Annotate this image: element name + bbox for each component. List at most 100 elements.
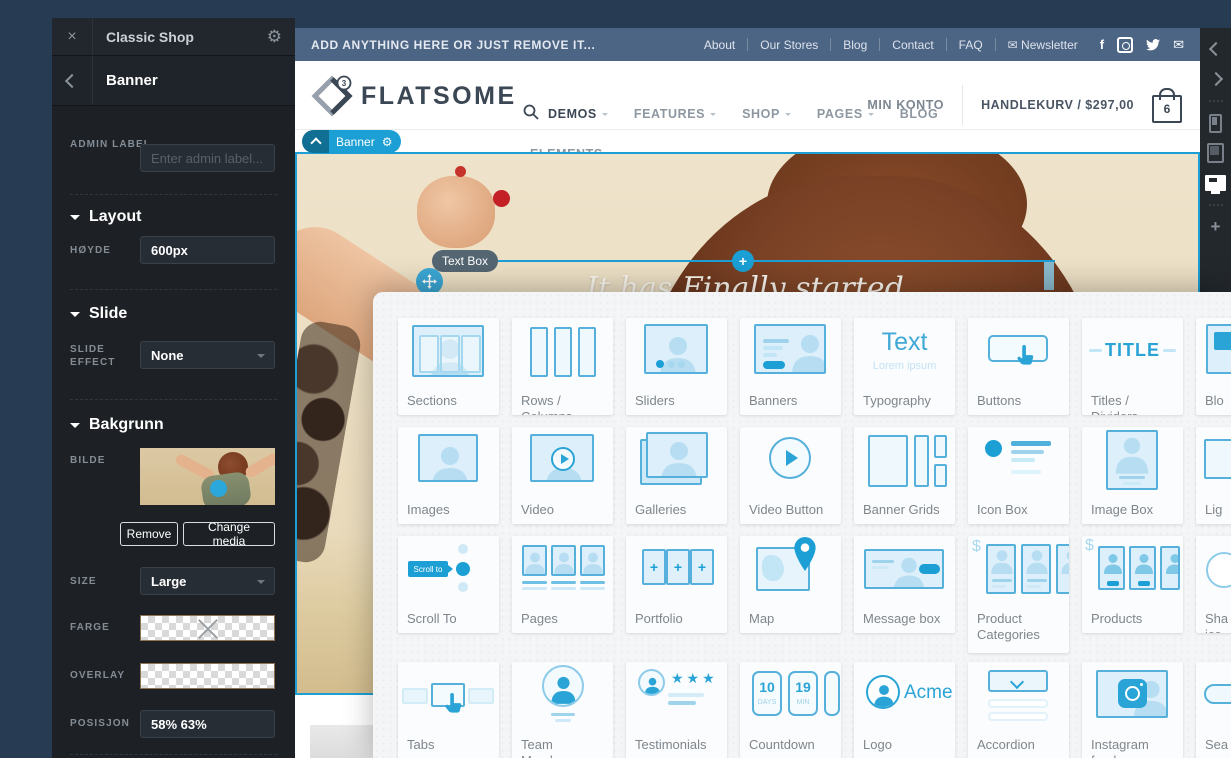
element-tile-countdown[interactable]: 10 DAYS 19 MIN Countdown	[740, 662, 841, 758]
banner-grids-icon	[854, 427, 955, 497]
change-media-button[interactable]: Change media	[183, 522, 275, 546]
tile-label: Video	[512, 497, 613, 518]
element-tile-search[interactable]: Sea	[1196, 662, 1231, 758]
site-navbar: 3 FLATSOME DEMOS FEATURES SHOP PAGES BLO…	[295, 61, 1200, 130]
nav-item-shop[interactable]: SHOP	[742, 107, 791, 121]
topbar-link-our-stores[interactable]: Our Stores	[748, 38, 830, 52]
element-tile-team-member[interactable]: Team Member	[512, 662, 613, 758]
email-icon[interactable]: ✉	[1173, 37, 1184, 53]
element-tile-accordion[interactable]: Accordion	[968, 662, 1069, 758]
search-icon[interactable]	[523, 104, 539, 120]
element-tile-share-icons[interactable]: Sha ico	[1196, 536, 1231, 633]
topbar-link-contact[interactable]: Contact	[880, 38, 945, 52]
tile-label: Countdown	[740, 732, 841, 753]
element-tile-video-button[interactable]: Video Button	[740, 427, 841, 524]
chevron-up-icon[interactable]	[302, 130, 329, 153]
instagram-icon[interactable]	[1117, 37, 1133, 53]
element-tile-pages[interactable]: Pages	[512, 536, 613, 633]
element-tile-banner-grids[interactable]: Banner Grids	[854, 427, 955, 524]
section-slide[interactable]: Slide	[70, 305, 127, 323]
element-tile-blog[interactable]: Blo	[1196, 318, 1231, 415]
remove-button[interactable]: Remove	[120, 522, 178, 546]
element-tile-product-categories[interactable]: $ Product Categories	[968, 536, 1069, 653]
facebook-icon[interactable]: f	[1100, 37, 1104, 52]
redo-chevron-right-icon[interactable]	[1200, 64, 1231, 94]
element-tile-tabs[interactable]: Tabs	[398, 662, 499, 758]
element-tile-icon-box[interactable]: Icon Box	[968, 427, 1069, 524]
slide-effect-select[interactable]: None	[140, 341, 275, 369]
element-tile-rows-columns[interactable]: Rows / Columns	[512, 318, 613, 415]
tile-label: Products	[1082, 606, 1183, 627]
message-box-icon	[854, 536, 955, 606]
tile-label: Banner Grids	[854, 497, 955, 518]
element-tile-portfolio[interactable]: + + + Portfolio	[626, 536, 727, 633]
section-layout[interactable]: Layout	[70, 208, 141, 226]
element-tile-scroll-to[interactable]: Scroll to Scroll To	[398, 536, 499, 633]
add-element-plus-icon[interactable]: +	[732, 250, 754, 272]
tile-label: Portfolio	[626, 606, 727, 627]
section-bakgrunn[interactable]: Bakgrunn	[70, 416, 164, 434]
element-tile-video[interactable]: Video	[512, 427, 613, 524]
account-link[interactable]: MIN KONTO	[867, 98, 944, 112]
admin-label: Admin Label	[70, 138, 151, 151]
phone-preview-icon[interactable]	[1200, 108, 1231, 138]
newsletter-link[interactable]: ✉ Newsletter	[996, 38, 1090, 52]
element-tile-banners[interactable]: Banners	[740, 318, 841, 415]
cart-link[interactable]: HANDLEKURV / $297,00	[981, 98, 1134, 112]
tile-label: Image Box	[1082, 497, 1183, 518]
element-tile-images[interactable]: Images	[398, 427, 499, 524]
focal-point-dot[interactable]	[210, 480, 227, 497]
topbar-link-faq[interactable]: FAQ	[947, 38, 995, 52]
video-icon	[512, 427, 613, 497]
nav-item-features[interactable]: FEATURES	[634, 107, 716, 121]
overlay-color-swatch[interactable]	[140, 663, 275, 689]
tablet-preview-icon[interactable]	[1200, 138, 1231, 168]
element-tile-lightbox[interactable]: Lig	[1196, 427, 1231, 524]
farge-color-swatch[interactable]	[140, 615, 275, 641]
element-tile-logo[interactable]: Acme Logo	[854, 662, 955, 758]
tile-label: Icon Box	[968, 497, 1069, 518]
element-tile-sections[interactable]: Sections	[398, 318, 499, 415]
element-tile-typography[interactable]: Text Lorem ipsum Typography	[854, 318, 955, 415]
element-tile-image-box[interactable]: Image Box	[1082, 427, 1183, 524]
settings-gear-icon[interactable]: ⚙	[267, 27, 295, 47]
close-icon[interactable]: ×	[52, 18, 93, 55]
banner-tag-pill[interactable]: Banner ⚙	[302, 130, 401, 153]
collapse-triangle-icon	[70, 312, 80, 322]
element-tile-buttons[interactable]: Buttons	[968, 318, 1069, 415]
element-tile-sliders[interactable]: Sliders	[626, 318, 727, 415]
add-icon[interactable]: +	[1200, 212, 1231, 242]
tile-label: Buttons	[968, 388, 1069, 409]
back-chevron-icon[interactable]	[52, 56, 93, 105]
desktop-preview-icon[interactable]	[1200, 168, 1231, 198]
element-tile-instagram-feed[interactable]: Instagram feed	[1082, 662, 1183, 758]
topbar-link-blog[interactable]: Blog	[831, 38, 879, 52]
cart-bag-icon[interactable]: 6	[1152, 95, 1182, 123]
chevron-down-icon	[602, 113, 608, 119]
topbar-link-about[interactable]: About	[692, 38, 747, 52]
flatsome-logo[interactable]: 3 FLATSOME	[311, 75, 517, 117]
banner-gear-icon[interactable]: ⚙	[382, 130, 402, 153]
move-handle-icon[interactable]	[416, 268, 443, 295]
collapse-triangle-icon	[70, 423, 80, 433]
testimonials-icon: ★★★	[626, 662, 727, 732]
twitter-icon[interactable]	[1146, 39, 1160, 51]
background-image-thumbnail[interactable]	[140, 448, 275, 505]
posisjon-input[interactable]	[140, 710, 275, 738]
element-tile-testimonials[interactable]: ★★★ Testimonials	[626, 662, 727, 758]
element-tile-message-box[interactable]: Message box	[854, 536, 955, 633]
hoyde-input[interactable]	[140, 236, 275, 264]
element-tile-galleries[interactable]: Galleries	[626, 427, 727, 524]
element-tile-products[interactable]: $ Products	[1082, 536, 1183, 633]
nav-item-demos[interactable]: DEMOS	[548, 107, 608, 121]
size-select[interactable]: Large	[140, 567, 275, 595]
element-tile-map[interactable]: Map	[740, 536, 841, 633]
undo-chevron-left-icon[interactable]	[1200, 34, 1231, 64]
image-box-icon	[1082, 427, 1183, 497]
element-guide-line	[497, 260, 1055, 262]
element-tile-titles-dividers[interactable]: TITLE Titles / Dividers	[1082, 318, 1183, 415]
admin-label-input[interactable]	[140, 144, 275, 172]
scroll-to-icon: Scroll to	[398, 536, 499, 606]
nav-item-pages[interactable]: PAGES	[817, 107, 874, 121]
textbox-tag-pill[interactable]: Text Box	[432, 250, 498, 272]
